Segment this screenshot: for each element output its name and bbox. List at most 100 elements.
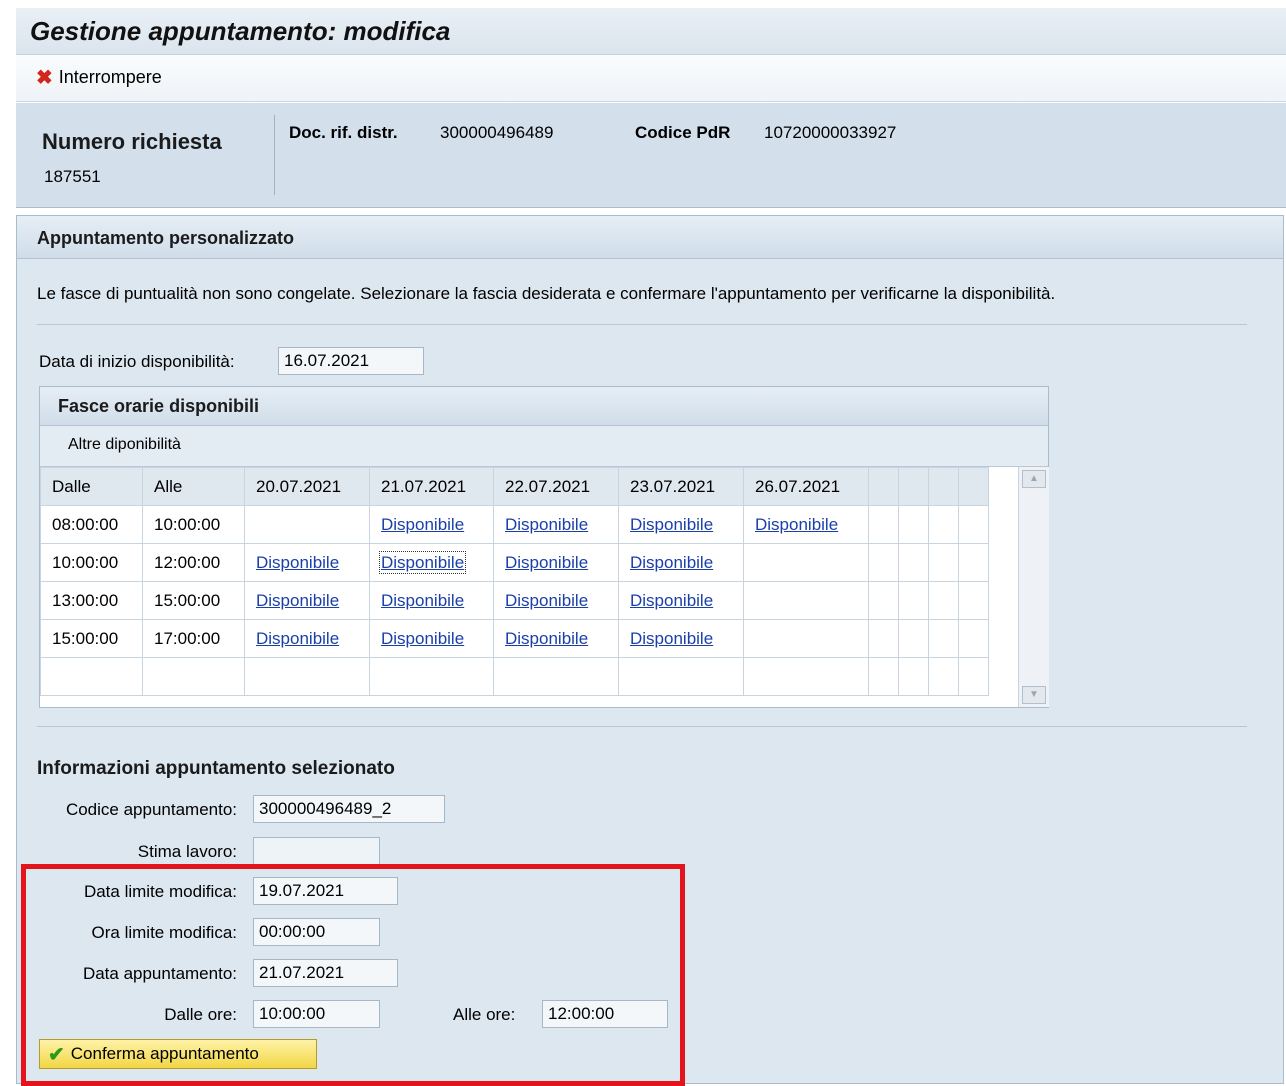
availability-link[interactable]: Disponibile — [256, 591, 339, 610]
availability-link[interactable]: Disponibile — [381, 629, 464, 648]
column-header-date[interactable]: 21.07.2021 — [369, 467, 494, 506]
slot-cell: Disponibile — [743, 505, 869, 544]
section-title: Appuntamento personalizzato — [37, 228, 295, 248]
column-header-to[interactable]: Alle — [142, 467, 245, 506]
slot-from: 10:00:00 — [40, 543, 143, 582]
empty-cell — [868, 619, 899, 658]
availability-link[interactable]: Disponibile — [630, 591, 713, 610]
empty-cell — [958, 581, 989, 620]
empty-cell — [928, 657, 959, 696]
other-availability-bar[interactable]: Altre diponibilità — [40, 426, 1048, 467]
scroll-up-icon[interactable]: ▲ — [1022, 470, 1046, 488]
title-bar: Gestione appuntamento: modifica — [16, 8, 1286, 55]
slot-cell: Disponibile — [618, 543, 744, 582]
empty-cell — [958, 543, 989, 582]
table-row: 13:00:00 15:00:00 Disponibile Disponibil… — [40, 581, 989, 620]
slot-cell: Disponibile — [493, 543, 619, 582]
availability-link[interactable]: Disponibile — [381, 591, 464, 610]
cancel-x-icon: ✖ — [36, 66, 53, 89]
column-header-empty — [958, 467, 989, 506]
work-estimate-field[interactable] — [253, 837, 380, 865]
empty-cell — [898, 505, 929, 544]
table-row: 08:00:00 10:00:00 Disponibile Disponibil… — [40, 505, 989, 544]
appointment-date-field[interactable]: 21.07.2021 — [253, 959, 398, 987]
vertical-scrollbar[interactable]: ▲ ▼ — [1018, 467, 1049, 707]
availability-link[interactable]: Disponibile — [505, 629, 588, 648]
availability-link[interactable]: Disponibile — [256, 629, 339, 648]
empty-cell — [40, 657, 143, 696]
request-number-label: Numero richiesta — [42, 129, 222, 154]
slot-cell — [743, 581, 869, 620]
table-row: 15:00:00 17:00:00 Disponibile Disponibil… — [40, 619, 989, 658]
info-message: Le fasce di puntualità non sono congelat… — [37, 284, 1056, 303]
availability-link[interactable]: Disponibile — [755, 515, 838, 534]
empty-cell — [958, 657, 989, 696]
pdr-code-label: Codice PdR — [635, 123, 731, 142]
column-header-empty — [898, 467, 929, 506]
slot-cell — [743, 543, 869, 582]
modify-limit-time-field[interactable]: 00:00:00 — [253, 918, 380, 946]
slot-to: 17:00:00 — [142, 619, 245, 658]
slot-cell: Disponibile — [244, 543, 370, 582]
confirm-appointment-button[interactable]: ✔ Conferma appuntamento — [39, 1039, 317, 1069]
divider — [37, 324, 1247, 325]
availability-link-selected[interactable]: Disponibile — [378, 550, 467, 574]
slot-cell: Disponibile — [493, 581, 619, 620]
column-header-date[interactable]: 23.07.2021 — [618, 467, 744, 506]
column-header-date[interactable]: 26.07.2021 — [743, 467, 869, 506]
time-slots-panel: Fasce orarie disponibili Altre diponibil… — [39, 386, 1049, 708]
column-header-empty — [868, 467, 899, 506]
empty-cell — [244, 657, 370, 696]
modify-limit-time-label: Ora limite modifica: — [91, 923, 237, 942]
availability-link[interactable]: Disponibile — [630, 553, 713, 572]
scroll-down-icon[interactable]: ▼ — [1022, 686, 1046, 704]
column-header-date[interactable]: 20.07.2021 — [244, 467, 370, 506]
empty-cell — [142, 657, 245, 696]
checkmark-icon: ✔ — [48, 1043, 65, 1066]
modify-limit-date-label: Data limite modifica: — [83, 882, 237, 901]
from-time-field[interactable]: 10:00:00 — [253, 1000, 380, 1028]
header-info: Numero richiesta 187551 Doc. rif. distr.… — [16, 103, 1286, 208]
availability-link[interactable]: Disponibile — [505, 515, 588, 534]
empty-cell — [618, 657, 744, 696]
doc-ref-label: Doc. rif. distr. — [289, 123, 398, 142]
other-availability-label: Altre diponibilità — [68, 436, 181, 453]
section-header: Appuntamento personalizzato — [17, 216, 1283, 259]
table-row-empty — [40, 657, 989, 696]
cancel-button-label: Interrompere — [58, 67, 162, 87]
slot-cell — [743, 619, 869, 658]
divider — [37, 726, 1247, 727]
confirm-appointment-label: Conferma appuntamento — [70, 1044, 259, 1063]
empty-cell — [868, 581, 899, 620]
slot-cell: Disponibile — [493, 505, 619, 544]
slot-cell: Disponibile — [493, 619, 619, 658]
slot-cell: Disponibile — [244, 581, 370, 620]
slot-cell — [244, 505, 370, 544]
selected-appointment-title: Informazioni appuntamento selezionato — [37, 758, 395, 779]
availability-link[interactable]: Disponibile — [256, 553, 339, 572]
availability-link[interactable]: Disponibile — [505, 553, 588, 572]
modify-limit-date-field[interactable]: 19.07.2021 — [253, 877, 398, 905]
column-header-date[interactable]: 22.07.2021 — [493, 467, 619, 506]
availability-link[interactable]: Disponibile — [630, 515, 713, 534]
slot-cell: Disponibile — [369, 505, 494, 544]
slot-from: 13:00:00 — [40, 581, 143, 620]
availability-link[interactable]: Disponibile — [381, 515, 464, 534]
page-title: Gestione appuntamento: modifica — [30, 16, 451, 46]
to-time-field[interactable]: 12:00:00 — [542, 1000, 668, 1028]
slot-cell: Disponibile — [369, 619, 494, 658]
slot-to: 10:00:00 — [142, 505, 245, 544]
from-time-label: Dalle ore: — [164, 1005, 237, 1024]
start-date-field[interactable]: 16.07.2021 — [278, 347, 424, 375]
availability-link[interactable]: Disponibile — [630, 629, 713, 648]
empty-cell — [369, 657, 494, 696]
empty-cell — [898, 657, 929, 696]
slot-from: 08:00:00 — [40, 505, 143, 544]
column-header-from[interactable]: Dalle — [40, 467, 143, 506]
cancel-button[interactable]: ✖ Interrompere — [36, 67, 162, 88]
empty-cell — [958, 619, 989, 658]
availability-link[interactable]: Disponibile — [505, 591, 588, 610]
appointment-code-field[interactable]: 300000496489_2 — [253, 795, 445, 823]
slot-to: 15:00:00 — [142, 581, 245, 620]
empty-cell — [928, 581, 959, 620]
